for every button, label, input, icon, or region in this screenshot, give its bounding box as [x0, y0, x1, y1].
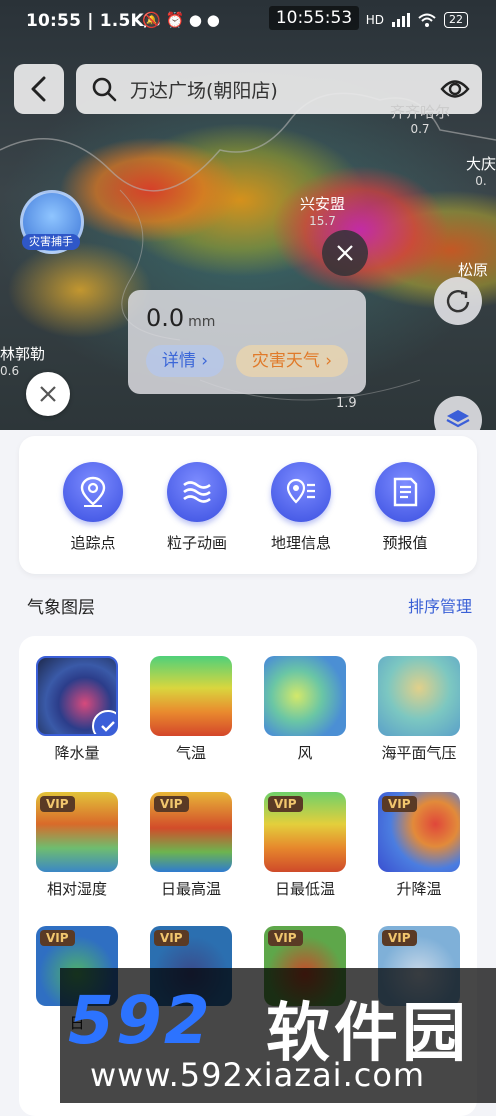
vip-badge: VIP [154, 796, 189, 812]
disaster-weather-button[interactable]: 灾害天气 › [236, 345, 348, 377]
close-panel-button[interactable] [26, 372, 70, 416]
layer-thumbnail [36, 656, 118, 736]
wifi-icon [418, 13, 436, 27]
vip-badge: VIP [382, 796, 417, 812]
search-icon [90, 75, 118, 103]
section-title: 气象图层 [27, 598, 95, 618]
layer-label: 风 [297, 744, 313, 762]
watermark-url: www.592xiazai.com [90, 1056, 426, 1094]
layer-thumbnail: VIP [264, 792, 346, 872]
layer-thumbnail [150, 656, 232, 736]
close-icon [337, 245, 353, 261]
layer-label: 海平面气压 [381, 744, 457, 762]
tool-label: 地理信息 [270, 534, 331, 552]
layers-icon [446, 410, 470, 428]
tool-forecast-value[interactable]: 预报值 [357, 462, 453, 553]
signal-icon [392, 13, 410, 27]
layer-label: 气温 [175, 744, 206, 762]
vip-badge: VIP [40, 796, 75, 812]
layer-label: 降水量 [54, 744, 100, 762]
tool-label: 预报值 [382, 534, 428, 552]
tool-particle-animation[interactable]: 粒子动画 [149, 462, 245, 553]
battery-icon: 22 [444, 12, 468, 28]
layer-thumbnail: VIP [378, 792, 460, 872]
watermark-number: 592 [68, 982, 212, 1059]
layer-sea-level-pressure[interactable]: 海平面气压 [369, 656, 469, 763]
vip-badge: VIP [268, 930, 303, 946]
refresh-button[interactable] [434, 277, 482, 325]
tool-geo-info[interactable]: 地理信息 [253, 462, 349, 553]
layer-label: 日最低温 [274, 880, 335, 898]
back-button[interactable] [14, 64, 64, 114]
sort-manage-link[interactable]: 排序管理 [408, 593, 472, 617]
network-label: HD [365, 13, 384, 27]
watermark: 592 软件园 www.592xiazai.com [60, 968, 496, 1103]
close-icon [40, 386, 56, 402]
map-list-icon [271, 462, 331, 522]
check-icon [92, 710, 116, 734]
layer-daily-min-temp[interactable]: VIP 日最低温 [255, 792, 355, 899]
layer-label: 相对湿度 [46, 880, 107, 898]
vip-badge: VIP [154, 930, 189, 946]
search-text: 万达广场(朝阳店) [130, 79, 278, 102]
disaster-catcher-button[interactable]: 灾害捕手 [20, 190, 84, 254]
document-icon [375, 462, 435, 522]
status-clock: 10:55:53 [269, 6, 359, 30]
layer-temperature[interactable]: 气温 [141, 656, 241, 763]
layer-temp-change[interactable]: VIP 升降温 [369, 792, 469, 899]
layer-relative-humidity[interactable]: VIP 相对湿度 [27, 792, 127, 899]
details-button[interactable]: 详情 › [146, 345, 224, 377]
value-popup: 0.0 mm 详情 › 灾害天气 › [128, 290, 366, 394]
map-marker-close-button[interactable] [322, 230, 368, 276]
layer-wind[interactable]: 风 [255, 656, 355, 763]
map-label: 兴安盟 15.7 [300, 195, 346, 229]
status-indicators: HD 22 [366, 12, 468, 28]
vip-badge: VIP [382, 930, 417, 946]
map-label: 齐齐哈尔 0.7 [390, 103, 451, 137]
location-pin-icon [63, 462, 123, 522]
vip-badge: VIP [268, 796, 303, 812]
layer-label: 日最高温 [160, 880, 221, 898]
notification-icons: 🔕 ⏰ ● ● [142, 11, 220, 29]
disaster-badge-label: 灾害捕手 [22, 234, 80, 250]
status-time: 10:55 | 1.5K/s [26, 11, 161, 31]
layer-thumbnail: VIP [36, 792, 118, 872]
status-bar: 10:55 | 1.5K/s 🔕 ⏰ ● ● 10:55:53 HD 22 [0, 0, 496, 40]
refresh-icon [446, 289, 470, 313]
tool-label: 追踪点 [70, 534, 116, 552]
tool-label: 粒子动画 [166, 534, 227, 552]
tool-tracking-point[interactable]: 追踪点 [45, 462, 141, 553]
precip-value: 0.0 mm [146, 304, 216, 332]
layer-precipitation[interactable]: 降水量 [27, 656, 127, 763]
map-scale-value: 1.9 [336, 396, 357, 411]
layer-label: 升降温 [396, 880, 442, 898]
layer-thumbnail [378, 656, 460, 736]
chevron-left-icon [31, 76, 46, 102]
waves-icon [167, 462, 227, 522]
layer-daily-max-temp[interactable]: VIP 日最高温 [141, 792, 241, 899]
tools-card: 追踪点 粒子动画 地理信息 预报值 [19, 436, 477, 574]
weather-map[interactable]: 10:55 | 1.5K/s 🔕 ⏰ ● ● 10:55:53 HD 22 万达… [0, 0, 496, 430]
map-label: 大庆 0. [466, 155, 496, 189]
layer-thumbnail: VIP [150, 792, 232, 872]
layer-thumbnail [264, 656, 346, 736]
vip-badge: VIP [40, 930, 75, 946]
eye-icon[interactable] [440, 76, 470, 106]
